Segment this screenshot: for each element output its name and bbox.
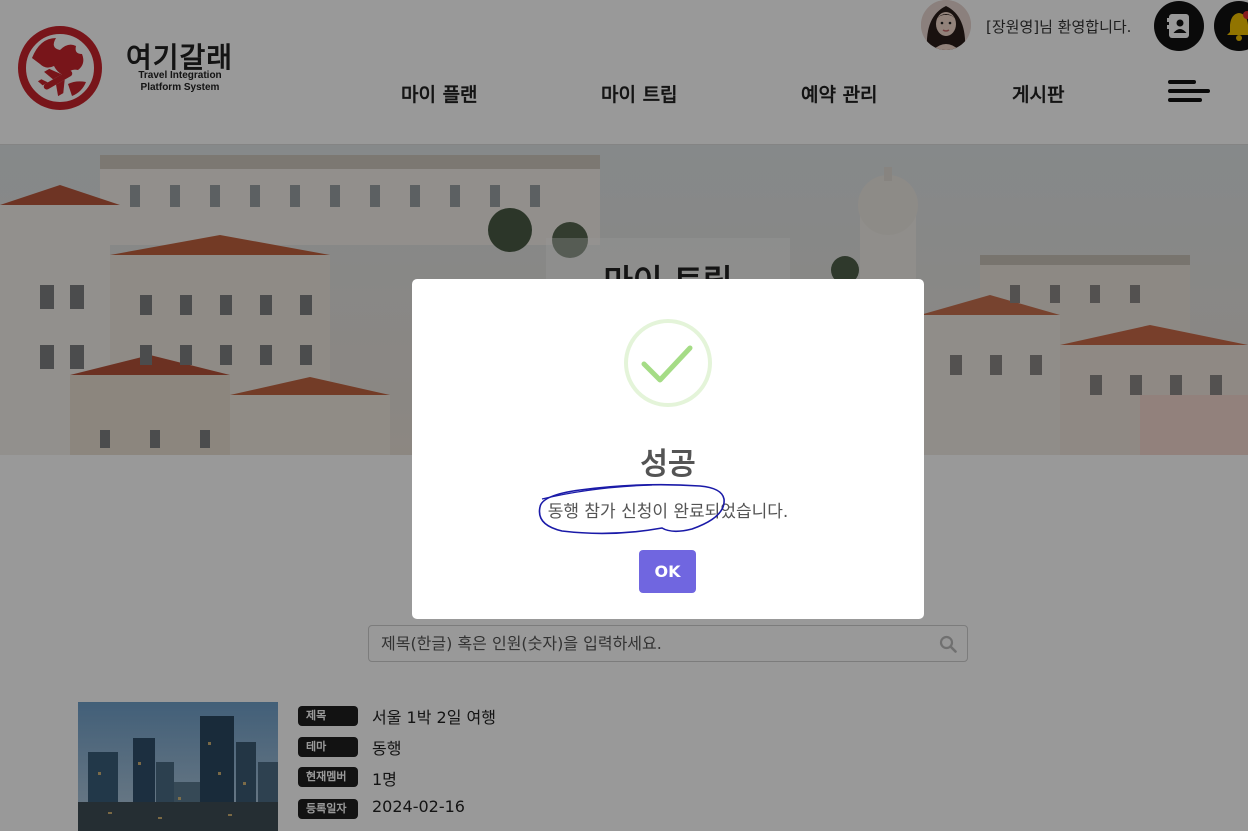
success-dialog: 성공 동행 참가 신청이 완료되었습니다. OK — [412, 279, 924, 619]
success-check-icon — [624, 319, 712, 407]
ok-button[interactable]: OK — [639, 550, 696, 593]
dialog-title: 성공 — [640, 447, 696, 482]
dialog-message: 동행 참가 신청이 완료되었습니다. — [547, 502, 789, 522]
